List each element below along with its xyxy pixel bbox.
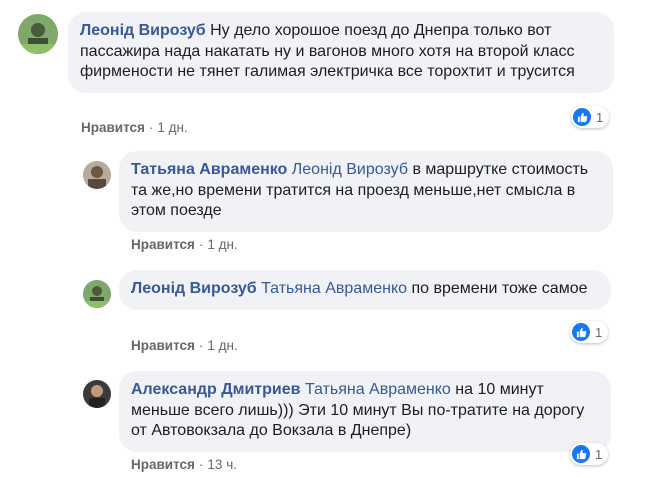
comment-bubble: Татьяна Авраменко Леонід Вирозуб в маршр… [119,151,613,232]
like-button[interactable]: Нравится [81,120,145,135]
like-thumb-icon [572,445,590,463]
comment-author[interactable]: Леонід Вирозуб [80,22,206,39]
comment-actions: Нравится · 1 дн. [81,120,188,135]
avatar[interactable] [83,380,111,408]
comment-bubble: Александр Дмитриев Татьяна Авраменко на … [119,371,611,452]
comment-text: по времени тоже самое [411,280,588,297]
avatar[interactable] [18,14,58,54]
separator: · [198,457,204,472]
reaction-count: 1 [596,109,604,125]
like-button[interactable]: Нравится [131,237,195,252]
comment-actions: Нравится · 1 дн. [131,338,238,353]
avatar[interactable] [83,161,111,189]
timestamp[interactable]: 13 ч. [207,457,237,472]
comment-author[interactable]: Татьяна Авраменко [131,161,287,178]
comment-bubble: Леонід Вирозуб Татьяна Авраменко по врем… [119,270,611,310]
like-button[interactable]: Нравится [131,338,195,353]
like-thumb-icon [572,323,590,341]
separator: · [198,237,204,252]
comment-actions: Нравится · 1 дн. [131,237,238,252]
reaction-count: 1 [595,324,603,340]
comment-mention[interactable]: Татьяна Авраменко [261,280,407,297]
separator: · [198,338,204,353]
timestamp[interactable]: 1 дн. [157,120,187,135]
comment-actions: Нравится · 13 ч. [131,457,237,472]
comment-mention[interactable]: Леонід Вирозуб [292,161,408,178]
comment-bubble: Леонід Вирозуб Ну дело хорошое поезд до … [68,12,614,93]
comment-author[interactable]: Александр Дмитриев [131,381,300,398]
like-thumb-icon [573,108,591,126]
reaction-summary[interactable]: 1 [570,321,609,343]
reaction-summary[interactable]: 1 [571,106,610,128]
comment-mention[interactable]: Татьяна Авраменко [305,381,451,398]
separator: · [148,120,154,135]
reaction-summary[interactable]: 1 [570,443,609,465]
timestamp[interactable]: 1 дн. [207,237,237,252]
like-button[interactable]: Нравится [131,457,195,472]
avatar[interactable] [83,280,111,308]
timestamp[interactable]: 1 дн. [207,338,237,353]
reaction-count: 1 [595,446,603,462]
comment-author[interactable]: Леонід Вирозуб [131,280,257,297]
